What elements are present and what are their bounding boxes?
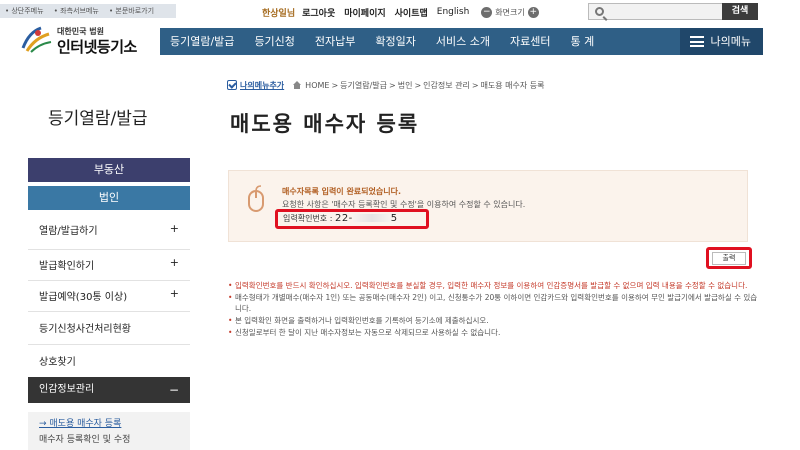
sidebar-submenu: → 매도용 매수자 등록 매수자 등록확인 및 수정 [28, 412, 190, 450]
sidebar-item-label: 등기신청사건처리현황 [39, 324, 131, 335]
logout-link[interactable]: 로그아웃 [302, 6, 335, 19]
skip-link-content[interactable]: • 본문바로가기 [109, 7, 158, 15]
logo-main-text: 인터넷등기소 [57, 38, 137, 56]
skip-link-side-menu[interactable]: • 좌측서브메뉴 [54, 7, 103, 15]
sitemap-link[interactable]: 사이트맵 [395, 6, 428, 19]
masked-region [352, 214, 391, 222]
breadcrumb-home[interactable]: HOME [305, 81, 329, 90]
breadcrumb-current: 매도용 매수자 등록 [480, 80, 545, 90]
notes-list: 입력확인번호를 반드시 확인하십시오. 입력확인번호를 분실할 경우, 입력한 … [228, 280, 758, 339]
zoom-label: 화면크기 [495, 7, 525, 17]
sidebar-item-view-issue[interactable]: 열람/발급하기 + [28, 222, 190, 242]
sidebar-item-label: 발급확인하기 [39, 261, 95, 272]
main-navigation: 등기열람/발급 등기신청 전자납부 확정일자 서비스 소개 자료센터 통 계 나… [160, 28, 763, 55]
hamburger-icon [689, 36, 704, 47]
zoom-control: − 화면크기 + [478, 6, 541, 18]
breadcrumb-view-issue[interactable]: 등기열람/발급 [340, 80, 387, 91]
breadcrumb: 나의메뉴추가 HOME > 등기열람/발급 > 법인 > 인감정보 관리 > 매… [227, 79, 545, 91]
skip-links: • 상단주메뉴 • 좌측서브메뉴 • 본문바로가기 [0, 4, 176, 18]
sidebar-category-realty[interactable]: 부동산 [28, 158, 190, 182]
sidebar-item-verify-issue[interactable]: 발급확인하기 + [28, 249, 190, 273]
add-my-menu-link[interactable]: 나의메뉴추가 [240, 80, 284, 91]
sidebar-item-label: 발급예약(30통 이상) [39, 292, 128, 303]
confirmation-number: 입력확인번호 : 22- 5 [275, 209, 429, 229]
sidebar-item-label: 인감정보관리 [39, 384, 95, 395]
expand-icon[interactable]: + [170, 222, 179, 235]
check-icon [227, 80, 237, 90]
gnb-item-view-issue[interactable]: 등기열람/발급 [160, 28, 244, 55]
utility-bar: 한상일님 로그아웃 마이페이지 사이트맵 English − 화면크기 + [262, 4, 542, 20]
page-title: 매도용 매수자 등록 [230, 112, 420, 136]
english-link[interactable]: English [437, 7, 470, 17]
court-logo-icon [21, 26, 52, 53]
collapse-icon[interactable]: − [169, 377, 179, 403]
note-item: 신청일로부터 한 달이 지난 매수자정보는 자동으로 삭제되므로 사용하실 수 … [228, 327, 758, 338]
sidebar-item-label: 상호찾기 [39, 357, 76, 368]
sidebar-category-corporation[interactable]: 법인 [28, 186, 190, 210]
confirmation-number-label: 입력확인번호 : [283, 214, 333, 223]
my-menu-button[interactable]: 나의메뉴 [679, 28, 763, 55]
home-icon [292, 81, 302, 89]
sidebar-item-label: 열람/발급하기 [39, 226, 98, 237]
gnb-item-application[interactable]: 등기신청 [244, 28, 304, 55]
search-input[interactable] [609, 5, 719, 18]
my-menu-label: 나의메뉴 [710, 35, 751, 48]
search-box [588, 3, 723, 20]
user-name: 한상일님 [262, 8, 296, 19]
confirmation-number-prefix: 22- [334, 213, 353, 224]
completion-notice: 매수자목록 입력이 완료되었습니다. 요청한 사항은 '매수자 등록확인 및 수… [228, 170, 748, 242]
gnb-item-service-intro[interactable]: 서비스 소개 [426, 28, 500, 55]
zoom-in-icon[interactable]: + [527, 6, 539, 18]
skip-link-top-menu[interactable]: • 상단주메뉴 [5, 7, 48, 15]
breadcrumb-seal-info[interactable]: 인감정보 관리 [423, 80, 470, 91]
gnb-item-e-payment[interactable]: 전자납부 [305, 28, 365, 55]
gnb-item-fixed-date[interactable]: 확정일자 [365, 28, 425, 55]
sidebar-title: 등기열람/발급 [48, 109, 148, 129]
zoom-out-icon[interactable]: − [481, 6, 493, 18]
sidebar-item-trade-name-search[interactable]: 상호찾기 [28, 344, 190, 370]
gnb-item-statistics[interactable]: 통 계 [560, 28, 604, 55]
gnb-item-data-center[interactable]: 자료센터 [500, 28, 560, 55]
search-button[interactable]: 검색 [722, 3, 758, 20]
breadcrumb-corporation[interactable]: 법인 [398, 80, 413, 91]
confirmation-number-suffix: 5 [390, 213, 398, 224]
sidebar-item-seal-info[interactable]: 인감정보관리 − [28, 377, 190, 403]
mypage-link[interactable]: 마이페이지 [344, 6, 385, 19]
sidebar-item-case-status[interactable]: 등기신청사건처리현황 [28, 311, 190, 337]
mouse-icon [248, 185, 264, 212]
submenu-item-buyer-edit[interactable]: 매수자 등록확인 및 수정 [39, 432, 190, 445]
expand-icon[interactable]: + [170, 256, 179, 269]
note-item: 매수형태가 개별매수(매수자 1인) 또는 공동매수(매수자 2인) 이고, 신… [228, 292, 758, 314]
notice-title: 매수자목록 입력이 완료되었습니다. [282, 187, 402, 196]
expand-icon[interactable]: + [170, 287, 179, 300]
sidebar-item-reservation[interactable]: 발급예약(30통 이상) + [28, 280, 190, 304]
site-logo[interactable]: 대한민국 법원 인터넷등기소 [17, 24, 157, 56]
note-item: 본 입력확인 화면을 출력하거나 입력확인번호를 기록하여 등기소에 제출하십시… [228, 315, 758, 326]
note-item: 입력확인번호를 반드시 확인하십시오. 입력확인번호를 분실할 경우, 입력한 … [228, 280, 758, 291]
search-icon [595, 7, 604, 16]
submenu-item-buyer-register[interactable]: → 매도용 매수자 등록 [39, 416, 190, 429]
print-button[interactable]: 출력 [712, 252, 746, 265]
print-highlight: 출력 [706, 247, 752, 269]
